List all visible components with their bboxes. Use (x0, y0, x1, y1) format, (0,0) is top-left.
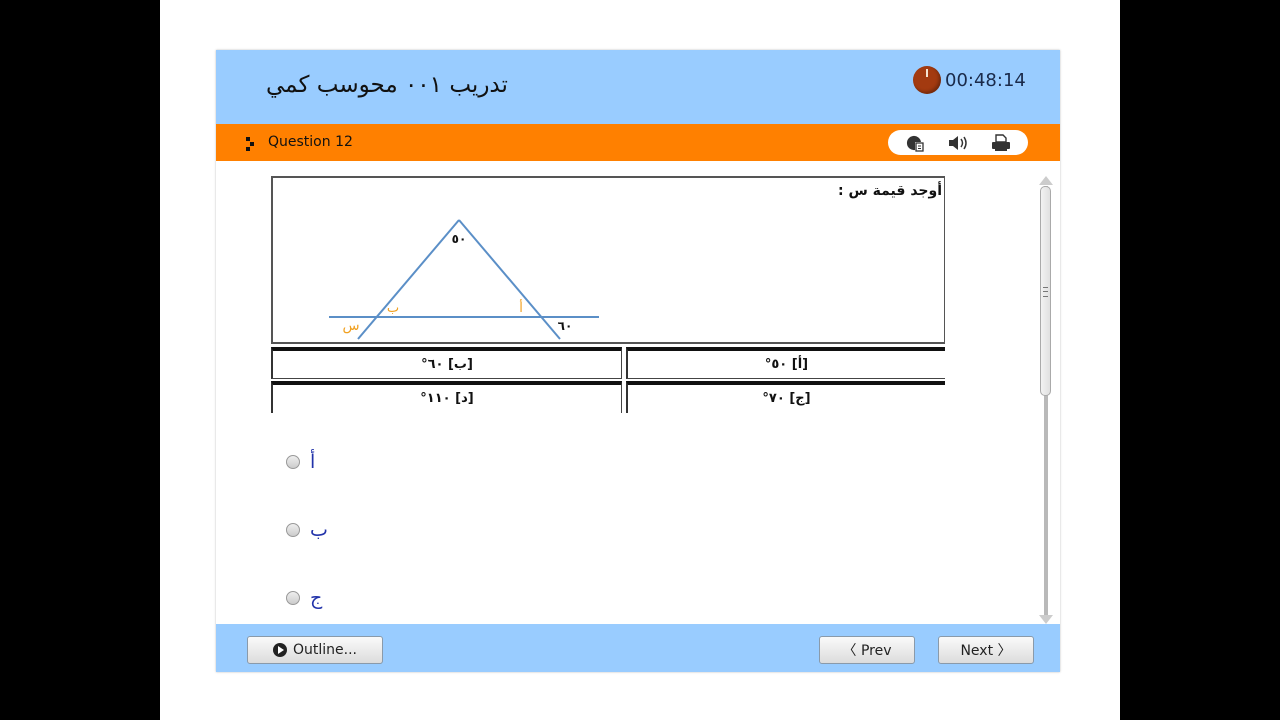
reference-button[interactable] (904, 133, 926, 153)
print-button[interactable] (990, 133, 1012, 153)
question-marker-icon (246, 137, 258, 151)
print-icon (991, 133, 1010, 151)
answer-label: ب (310, 519, 328, 541)
question-prompt: أوجد قيمة س : (838, 183, 942, 199)
scroll-down-arrow-icon[interactable] (1039, 615, 1053, 624)
scroll-thumb[interactable] (1040, 186, 1051, 396)
audio-icon (948, 135, 967, 150)
triangle-left-side (357, 219, 460, 340)
timer-value: 00:48:14 (945, 69, 1026, 91)
quiz-title: تدريب ٠٠١ محوسب كمي (266, 72, 508, 98)
play-icon (273, 643, 287, 657)
answer-option[interactable]: ب (286, 519, 328, 541)
reference-icon (907, 135, 924, 152)
clock-icon (913, 66, 941, 94)
quiz-window: تدريب ٠٠١ محوسب كمي 00:48:14 Question 12 (216, 50, 1060, 672)
grip-icon (1043, 287, 1048, 297)
question-number: Question 12 (268, 134, 353, 150)
label-a: أ (519, 299, 523, 316)
choice-cell-d: [د] ١١٠° (271, 381, 622, 413)
audio-button[interactable] (947, 133, 969, 153)
footer: Outline... 〈 Prev Next 〉 (216, 624, 1060, 672)
timer: 00:48:14 (913, 66, 1026, 94)
outline-button[interactable]: Outline... (247, 636, 383, 664)
label-b: ب (387, 301, 399, 316)
answer-label: ج (310, 587, 323, 609)
radio-button[interactable] (286, 455, 300, 469)
question-bar: Question 12 (216, 124, 1060, 161)
toolbar (888, 130, 1028, 155)
label-x: س (342, 318, 359, 334)
choice-cell-c: [ج] ٧٠° (626, 381, 945, 413)
radio-button[interactable] (286, 591, 300, 605)
choice-cell-b: [ب] ٦٠° (271, 347, 622, 379)
triangle-diagram: ٥٠ ٦٠ ب أ س (329, 219, 599, 340)
radio-button[interactable] (286, 523, 300, 537)
header: تدريب ٠٠١ محوسب كمي 00:48:14 (216, 50, 1060, 124)
apex-angle-label: ٥٠ (452, 232, 467, 246)
answer-option[interactable]: ج (286, 587, 322, 609)
exterior-angle-label: ٦٠ (558, 319, 573, 333)
choice-cell-a: [أ] ٥٠° (626, 347, 945, 379)
scroll-up-arrow-icon[interactable] (1039, 176, 1053, 185)
question-box: أوجد قيمة س : ٥٠ ٦٠ ب أ س (271, 176, 945, 344)
triangle-right-side (458, 219, 561, 340)
answer-option[interactable]: أ (286, 451, 315, 473)
next-button[interactable]: Next 〉 (938, 636, 1034, 664)
answer-label: أ (310, 451, 316, 473)
vertical-scrollbar[interactable] (1039, 176, 1053, 624)
prev-button[interactable]: 〈 Prev (819, 636, 915, 664)
question-content: أوجد قيمة س : ٥٠ ٦٠ ب أ س [ب] ٦٠° [أ] ٥٠… (216, 161, 1060, 624)
